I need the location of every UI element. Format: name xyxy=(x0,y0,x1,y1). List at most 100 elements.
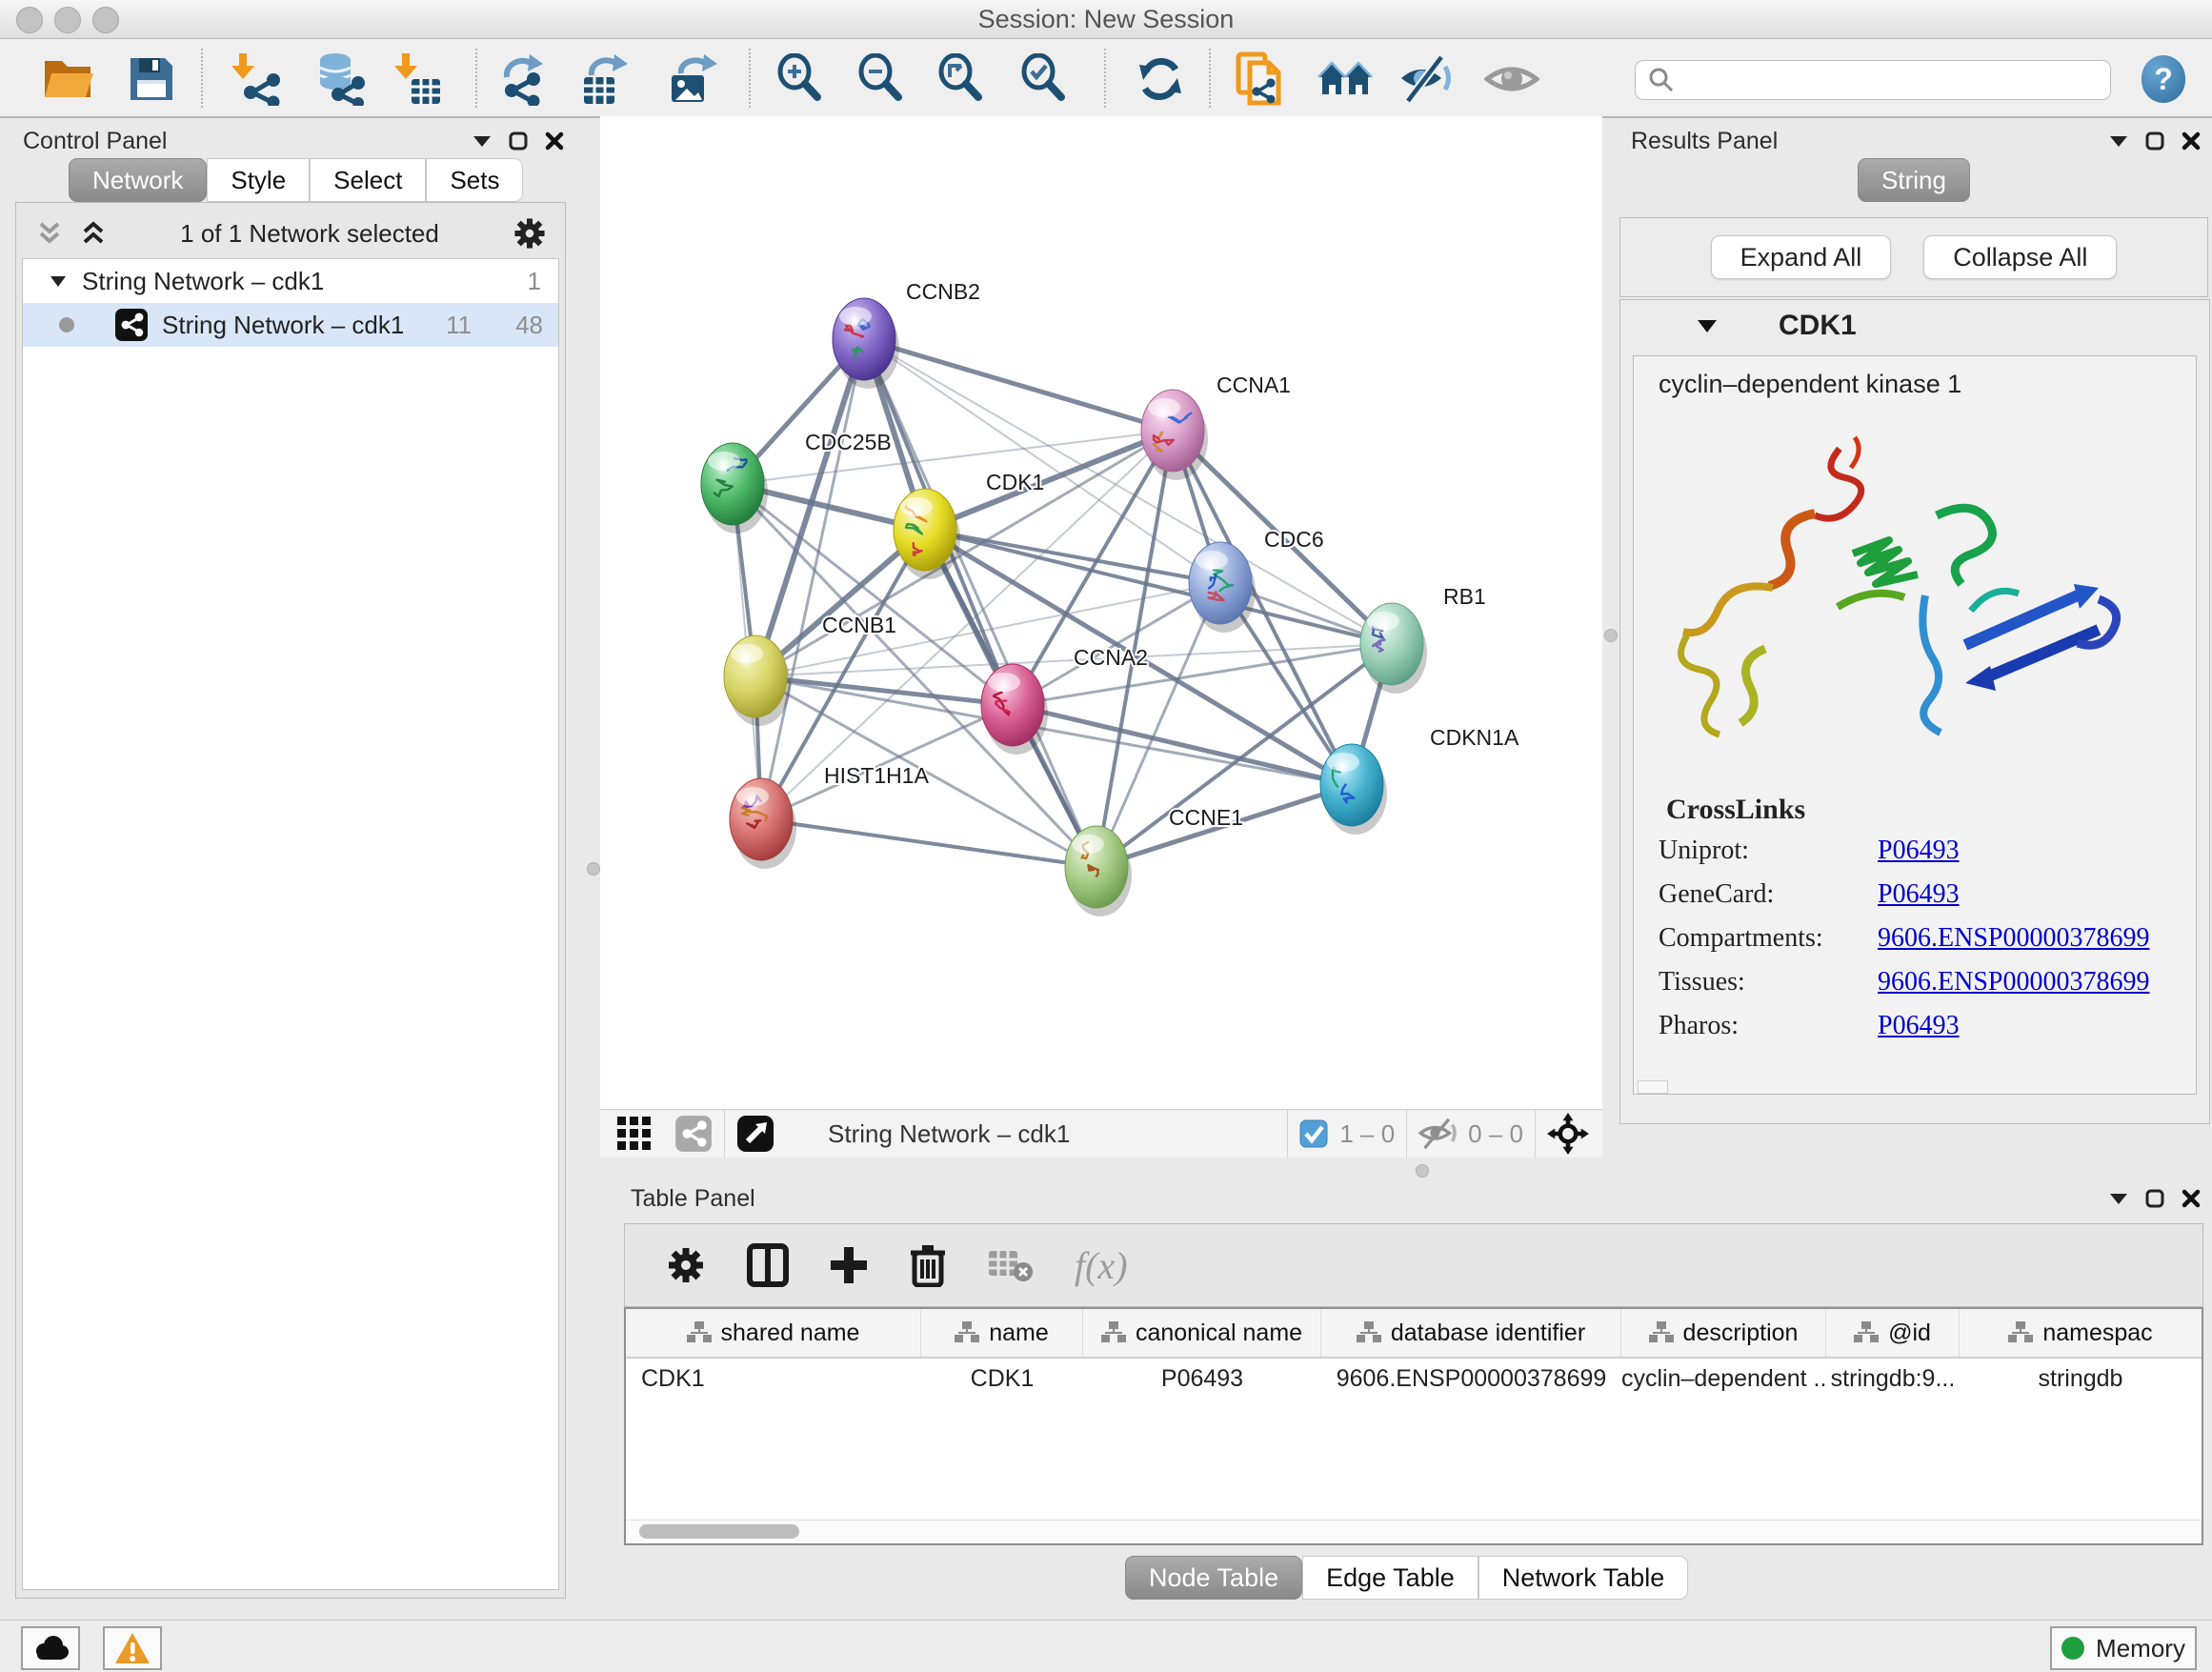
column-header[interactable]: name xyxy=(921,1309,1083,1357)
column-header[interactable]: shared name xyxy=(626,1309,921,1357)
zoom-in-icon[interactable] xyxy=(774,51,829,107)
function-builder-icon[interactable]: f(x) xyxy=(1075,1243,1128,1288)
crosslink-link[interactable]: P06493 xyxy=(1878,879,1960,923)
column-header[interactable]: @id xyxy=(1826,1309,1960,1357)
crosslink-link[interactable]: 9606.ENSP00000378699 xyxy=(1878,967,2149,1011)
panel-close-icon[interactable] xyxy=(545,131,564,151)
search-input[interactable] xyxy=(1635,60,2111,100)
tab-style[interactable]: Style xyxy=(207,158,310,202)
zoom-fit-icon[interactable] xyxy=(935,51,990,107)
expand-all-button[interactable]: Expand All xyxy=(1711,235,1892,279)
cell-id[interactable]: stringdb:9... xyxy=(1826,1365,1960,1393)
cell-name[interactable]: CDK1 xyxy=(921,1365,1083,1393)
expand-all-chevron-icon[interactable] xyxy=(79,219,108,248)
options-gear-icon[interactable] xyxy=(512,215,548,252)
copy-document-icon[interactable] xyxy=(1235,51,1290,107)
attribute-icon xyxy=(1649,1321,1674,1344)
grid-view-icon[interactable] xyxy=(615,1115,654,1153)
results-panel-header: Results Panel xyxy=(1631,124,2201,158)
section-collapse-icon[interactable] xyxy=(1697,318,1718,333)
table-horizontal-scrollbar[interactable] xyxy=(626,1520,2202,1543)
pan-crosshair-icon[interactable] xyxy=(1547,1113,1589,1155)
home-houses-icon[interactable] xyxy=(1317,51,1373,107)
tree-expand-icon[interactable] xyxy=(50,274,67,288)
results-scrollbar-stub[interactable] xyxy=(1638,1080,1668,1094)
panel-close-icon[interactable] xyxy=(2182,131,2201,151)
table-gear-icon[interactable] xyxy=(665,1244,707,1286)
cell-shared-name[interactable]: CDK1 xyxy=(626,1365,921,1393)
collapse-all-button[interactable]: Collapse All xyxy=(1923,235,2117,279)
tree-row-collection[interactable]: String Network – cdk1 1 xyxy=(23,259,558,303)
delete-trash-icon[interactable] xyxy=(909,1243,947,1287)
zoom-out-icon[interactable] xyxy=(855,51,910,107)
export-network-icon[interactable] xyxy=(496,51,552,107)
network-canvas[interactable]: CCNB2CCNA1CDC25BCDK1CDC6RB1CCNB1CCNA2CDK… xyxy=(600,116,1602,1109)
panel-float-icon[interactable] xyxy=(509,131,528,151)
panel-menu-icon[interactable] xyxy=(2109,1192,2128,1205)
delete-table-icon[interactable] xyxy=(987,1247,1035,1283)
network-view-share-icon[interactable] xyxy=(674,1115,713,1153)
crosslink-link[interactable]: P06493 xyxy=(1878,836,1960,879)
tree-row-network[interactable]: String Network – cdk1 11 48 xyxy=(23,303,558,347)
tab-string[interactable]: String xyxy=(1858,158,1970,202)
protein-section-header[interactable]: CDK1 xyxy=(1620,300,2209,352)
panel-close-icon[interactable] xyxy=(2182,1189,2201,1208)
cell-canonical-name[interactable]: P06493 xyxy=(1083,1365,1321,1393)
warnings-button[interactable] xyxy=(103,1626,162,1670)
zoom-selected-icon[interactable] xyxy=(1017,51,1073,107)
left-splitter-handle[interactable] xyxy=(587,862,600,876)
save-session-icon[interactable] xyxy=(124,51,179,107)
crosslink-row: Compartments: 9606.ENSP00000378699 xyxy=(1634,923,2196,967)
import-network-from-database-icon[interactable] xyxy=(313,51,369,107)
show-all-eye-icon[interactable] xyxy=(1484,51,1539,107)
import-network-icon[interactable] xyxy=(231,51,286,107)
hidden-eye-icon[interactable] xyxy=(1418,1118,1458,1150)
memory-status-dot xyxy=(2061,1637,2084,1660)
column-header[interactable]: namespac xyxy=(1960,1309,2202,1357)
cloud-button[interactable] xyxy=(21,1626,80,1670)
results-panel-title: Results Panel xyxy=(1631,128,1778,155)
attribute-icon xyxy=(1101,1321,1126,1344)
tab-edge-table[interactable]: Edge Table xyxy=(1302,1556,1478,1600)
memory-button[interactable]: Memory xyxy=(2050,1626,2197,1670)
scrollbar-handle[interactable] xyxy=(639,1524,799,1539)
help-icon[interactable]: ? xyxy=(2142,55,2185,103)
show-columns-icon[interactable] xyxy=(747,1243,789,1287)
crosslink-link[interactable]: P06493 xyxy=(1878,1011,1960,1055)
open-folder-icon[interactable] xyxy=(41,51,96,107)
tab-network-table[interactable]: Network Table xyxy=(1478,1556,1689,1600)
export-table-icon[interactable] xyxy=(577,51,633,107)
cell-description[interactable]: cyclin–dependent ... xyxy=(1621,1365,1826,1393)
status-bar: Memory xyxy=(0,1620,2212,1672)
panel-menu-icon[interactable] xyxy=(2109,134,2128,148)
column-header[interactable]: database identifier xyxy=(1321,1309,1621,1357)
column-header[interactable]: canonical name xyxy=(1083,1309,1321,1357)
tab-sets[interactable]: Sets xyxy=(426,158,523,202)
node-table: shared name name canonical name database… xyxy=(624,1307,2203,1545)
svg-text:CCNA2: CCNA2 xyxy=(1074,645,1148,670)
panel-menu-icon[interactable] xyxy=(473,134,492,148)
tab-node-table[interactable]: Node Table xyxy=(1125,1556,1302,1600)
birds-eye-view-icon[interactable] xyxy=(736,1115,774,1153)
tab-select[interactable]: Select xyxy=(310,158,426,202)
right-splitter-handle[interactable] xyxy=(1604,629,1618,642)
string-network-graph[interactable]: CCNB2CCNA1CDC25BCDK1CDC6RB1CCNB1CCNA2CDK… xyxy=(600,116,1602,1109)
tab-network[interactable]: Network xyxy=(69,158,207,202)
import-table-icon[interactable] xyxy=(390,51,445,107)
hide-selected-eye-icon[interactable] xyxy=(1398,51,1454,107)
refresh-icon[interactable] xyxy=(1133,51,1188,107)
table-row[interactable]: CDK1 CDK1 P06493 9606.ENSP00000378699 cy… xyxy=(626,1359,2202,1399)
column-header[interactable]: description xyxy=(1621,1309,1826,1357)
export-image-icon[interactable] xyxy=(665,51,720,107)
cell-database-identifier[interactable]: 9606.ENSP00000378699 xyxy=(1321,1365,1621,1393)
selected-checkbox-icon[interactable] xyxy=(1299,1119,1328,1148)
search-text-field[interactable] xyxy=(1676,66,2110,94)
separator xyxy=(1287,1110,1288,1158)
collapse-all-chevron-icon[interactable] xyxy=(35,219,64,248)
panel-float-icon[interactable] xyxy=(2145,1189,2164,1208)
add-column-icon[interactable] xyxy=(829,1245,869,1285)
cell-namespace[interactable]: stringdb xyxy=(1960,1365,2202,1393)
panel-float-icon[interactable] xyxy=(2145,131,2164,151)
horizontal-splitter-handle[interactable] xyxy=(1416,1164,1429,1178)
crosslink-link[interactable]: 9606.ENSP00000378699 xyxy=(1878,923,2149,967)
